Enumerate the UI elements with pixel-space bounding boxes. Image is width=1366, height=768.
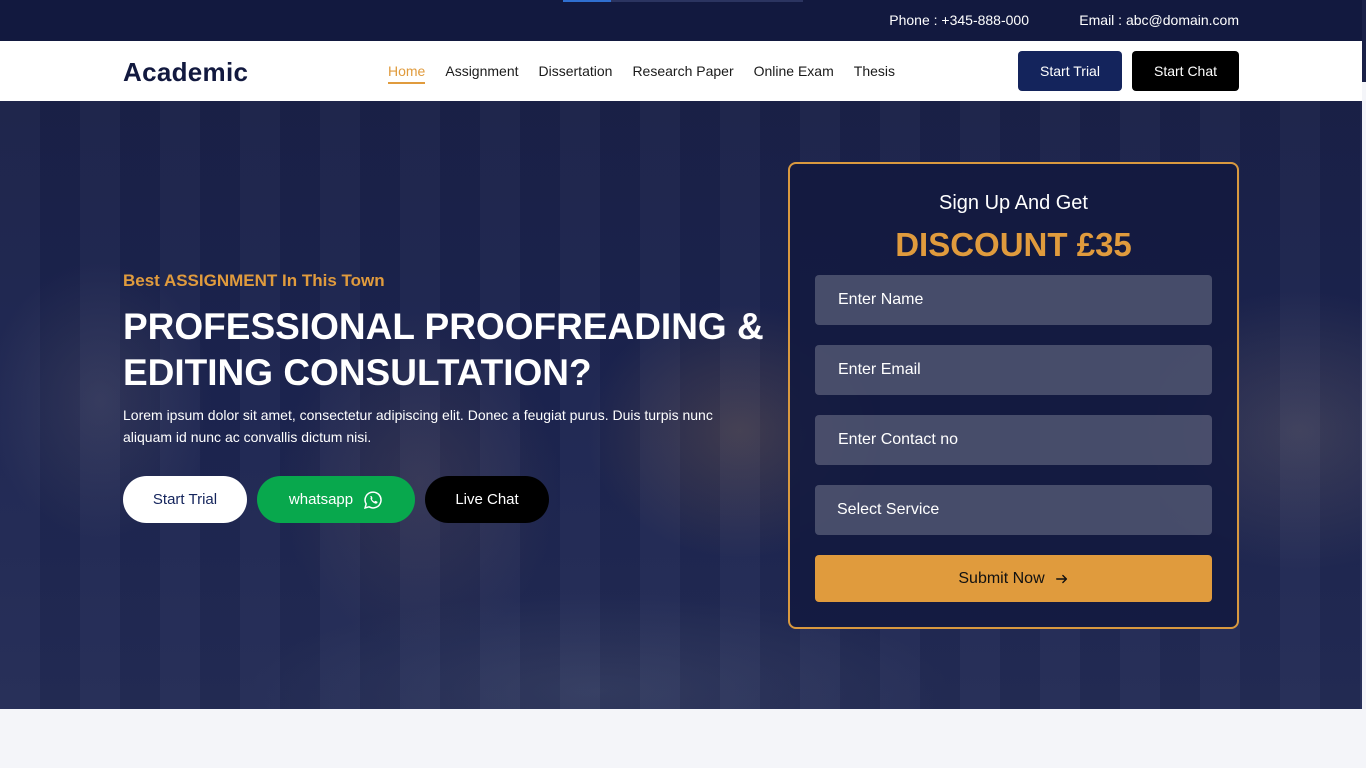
whatsapp-label: whatsapp (288, 491, 354, 508)
top-bar: Phone : +345-888-000 Email : abc@domain.… (0, 0, 1366, 41)
contact-input[interactable] (815, 415, 1212, 465)
main-nav: Home Assignment Dissertation Research Pa… (388, 63, 895, 84)
hero-start-trial-button[interactable]: Start Trial (123, 476, 247, 523)
email-contact[interactable]: Email : abc@domain.com (1079, 12, 1239, 28)
nav-item-online-exam[interactable]: Online Exam (754, 63, 834, 84)
whatsapp-icon (364, 490, 382, 509)
scrollbar[interactable] (1362, 0, 1366, 82)
whatsapp-button[interactable]: whatsapp (257, 476, 415, 523)
service-select[interactable]: Select Service (815, 485, 1212, 535)
nav-item-home[interactable]: Home (388, 63, 426, 84)
live-chat-label: Live Chat (455, 491, 519, 508)
navbar: Academic Home Assignment Dissertation Re… (0, 41, 1362, 101)
phone-contact[interactable]: Phone : +345-888-000 (889, 12, 1029, 28)
form-discount: DISCOUNT £35 (895, 226, 1132, 263)
name-input[interactable] (815, 275, 1212, 325)
hero-start-trial-label: Start Trial (152, 491, 218, 508)
nav-item-assignment[interactable]: Assignment (445, 63, 518, 84)
hero-description: Lorem ipsum dolor sit amet, consectetur … (123, 407, 713, 445)
submit-label: Submit Now (958, 569, 1045, 587)
nav-item-dissertation[interactable]: Dissertation (539, 63, 613, 84)
loading-progress-bar (563, 0, 803, 2)
nav-item-research-paper[interactable]: Research Paper (632, 63, 733, 84)
start-chat-button[interactable]: Start Chat (1132, 51, 1239, 91)
hero-section: Best ASSIGNMENT In This Town PROFESSIONA… (0, 101, 1362, 709)
logo[interactable]: Academic (123, 57, 248, 88)
submit-button[interactable]: Submit Now (815, 555, 1212, 602)
loading-progress-fill (563, 0, 611, 2)
email-input[interactable] (815, 345, 1212, 395)
live-chat-button[interactable]: Live Chat (425, 476, 549, 523)
service-select-label: Select Service (837, 501, 940, 518)
arrow-right-icon (1055, 574, 1067, 583)
nav-item-thesis[interactable]: Thesis (854, 63, 895, 84)
start-trial-button[interactable]: Start Trial (1018, 51, 1122, 91)
form-title: Sign Up And Get (939, 192, 1088, 214)
signup-form-card: Sign Up And Get DISCOUNT £35 Select Serv… (788, 162, 1239, 629)
hero-headline: PROFESSIONAL PROOFREADING & EDITING CONS… (123, 306, 764, 393)
hero-subtitle: Best ASSIGNMENT In This Town (123, 271, 385, 290)
